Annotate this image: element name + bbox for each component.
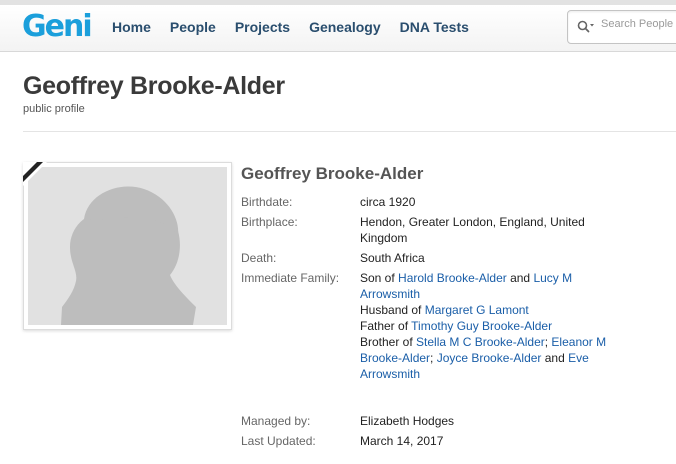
default-avatar-silhouette	[28, 167, 227, 325]
profile-photo-frame[interactable]	[23, 162, 232, 330]
top-navigation-bar: Geni Home People Projects Genealogy DNA …	[0, 0, 676, 52]
page-title: Geoffrey Brooke-Alder	[23, 72, 285, 100]
header-divider	[23, 131, 676, 132]
immediate-family-label: Immediate Family:	[241, 271, 340, 285]
son-of-text: Son of	[360, 271, 399, 285]
brother-of-text: Brother of	[360, 335, 417, 349]
father-of-text: Father of	[360, 319, 412, 333]
nav-people[interactable]: People	[170, 17, 216, 37]
geni-logo[interactable]: Geni	[22, 10, 93, 44]
death-value: South Africa	[360, 251, 425, 265]
deceased-ribbon-icon	[23, 162, 47, 186]
birthplace-value: Hendon, Greater London, England, United …	[360, 215, 585, 245]
sibling-link-stella[interactable]: Stella M C Brooke-Alder	[416, 335, 545, 349]
manager-link[interactable]: Elizabeth Hodges	[360, 413, 610, 429]
birthplace-label: Birthplace:	[241, 215, 298, 229]
nav-dna-tests[interactable]: DNA Tests	[400, 17, 469, 37]
nav-genealogy[interactable]: Genealogy	[309, 17, 381, 37]
parents-line: Son of Harold Brooke-Alder and Lucy M Ar…	[360, 270, 610, 302]
immediate-family-list: Son of Harold Brooke-Alder and Lucy M Ar…	[360, 270, 610, 382]
spouse-line: Husband of Margaret G Lamont	[360, 302, 610, 318]
birthdate-value: circa 1920	[360, 195, 416, 209]
father-link[interactable]: Harold Brooke-Alder	[398, 271, 507, 285]
nav-home[interactable]: Home	[112, 17, 151, 37]
main-nav: Home People Projects Genealogy DNA Tests	[112, 17, 488, 37]
and-text: and	[506, 271, 534, 285]
person-silhouette-icon	[28, 167, 227, 325]
sibling-link-joyce[interactable]: Joyce Brooke-Alder	[437, 351, 542, 365]
search-box[interactable]	[567, 10, 676, 44]
separator: ;	[430, 351, 437, 365]
and-text: and	[541, 351, 569, 365]
search-input[interactable]	[601, 18, 676, 30]
birthdate-label: Birthdate:	[241, 195, 293, 209]
page-subtitle: public profile	[23, 103, 85, 115]
husband-of-text: Husband of	[360, 303, 425, 317]
wife-link[interactable]: Margaret G Lamont	[425, 303, 529, 317]
death-label: Death:	[241, 251, 277, 265]
nav-projects[interactable]: Projects	[235, 17, 290, 37]
last-updated-value: March 14, 2017	[360, 434, 444, 448]
children-line: Father of Timothy Guy Brooke-Alder	[360, 318, 610, 334]
search-icon[interactable]	[577, 20, 595, 34]
child-link[interactable]: Timothy Guy Brooke-Alder	[411, 319, 552, 333]
last-updated-label: Last Updated:	[241, 434, 316, 448]
profile-name: Geoffrey Brooke-Alder	[241, 164, 424, 183]
managed-by-label: Managed by:	[241, 414, 311, 428]
siblings-line: Brother of Stella M C Brooke-Alder; Elea…	[360, 334, 610, 382]
